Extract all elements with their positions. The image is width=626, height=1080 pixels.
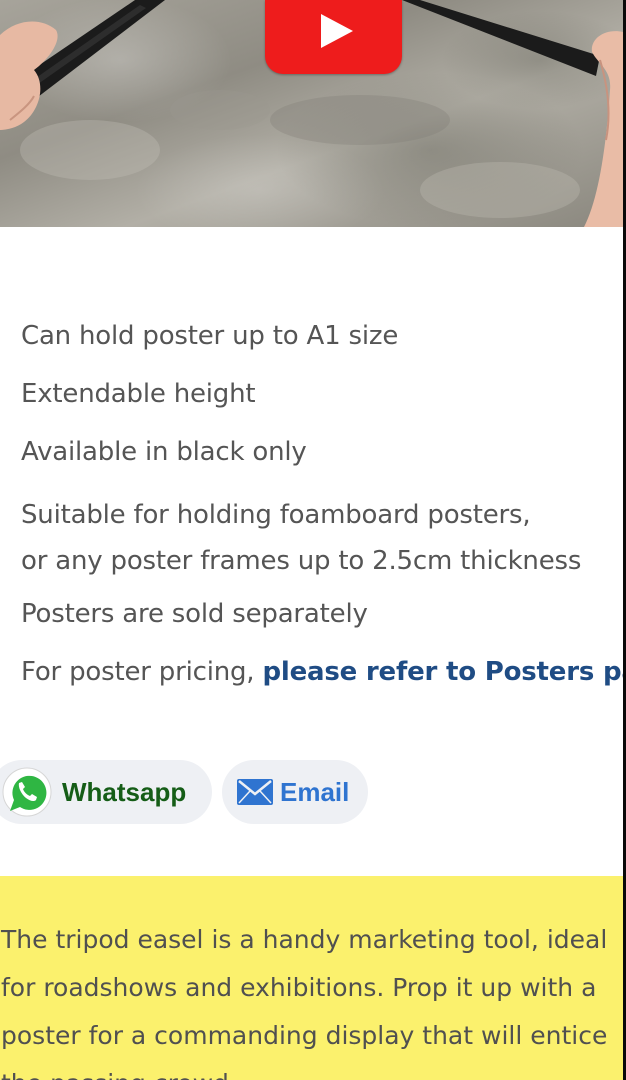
feature-text: Available in black only	[21, 437, 307, 467]
feature-text: Can hold poster up to A1 size	[21, 321, 399, 351]
product-description: The tripod easel is a handy marketing to…	[0, 876, 623, 1080]
product-video[interactable]	[0, 0, 623, 227]
feature-item: For poster pricing, please refer to Post…	[21, 654, 623, 712]
whatsapp-share-button[interactable]: Whatsapp	[0, 760, 212, 824]
description-line: the passing crowd.	[1, 1060, 607, 1080]
description-line: for roadshows and exhibitions. Prop it u…	[1, 973, 597, 1002]
posters-page-link[interactable]: please refer to Posters page	[262, 657, 623, 687]
feature-text: Extendable height	[21, 379, 256, 409]
email-label: Email	[280, 777, 350, 807]
description-line: The tripod easel is a handy marketing to…	[1, 925, 608, 954]
feature-item: Posters are sold separately	[21, 596, 623, 654]
feature-item: Can hold poster up to A1 size	[21, 318, 623, 376]
product-page: Can hold poster up to A1 size Extendable…	[0, 0, 623, 1080]
feature-item: Available in black only	[21, 434, 623, 492]
feature-text: or any poster frames up to 2.5cm thickne…	[21, 546, 582, 576]
youtube-play-icon	[321, 14, 353, 48]
email-share-button[interactable]: Email	[222, 760, 368, 824]
pricing-text: For poster pricing,	[21, 657, 263, 687]
feature-list: Can hold poster up to A1 size Extendable…	[21, 318, 623, 712]
video-play-button[interactable]	[265, 0, 402, 74]
feature-text: Posters are sold separately	[21, 599, 368, 629]
feature-item: Suitable for holding foamboard posters, …	[21, 492, 623, 596]
description-line: poster for a commanding display that wil…	[1, 1021, 608, 1050]
feature-text: Suitable for holding foamboard posters,	[21, 500, 531, 530]
whatsapp-label: Whatsapp	[62, 777, 187, 807]
feature-item: Extendable height	[21, 376, 623, 434]
envelope-icon	[237, 779, 273, 805]
description-text: The tripod easel is a handy marketing to…	[1, 916, 607, 1080]
whatsapp-icon	[2, 767, 52, 817]
